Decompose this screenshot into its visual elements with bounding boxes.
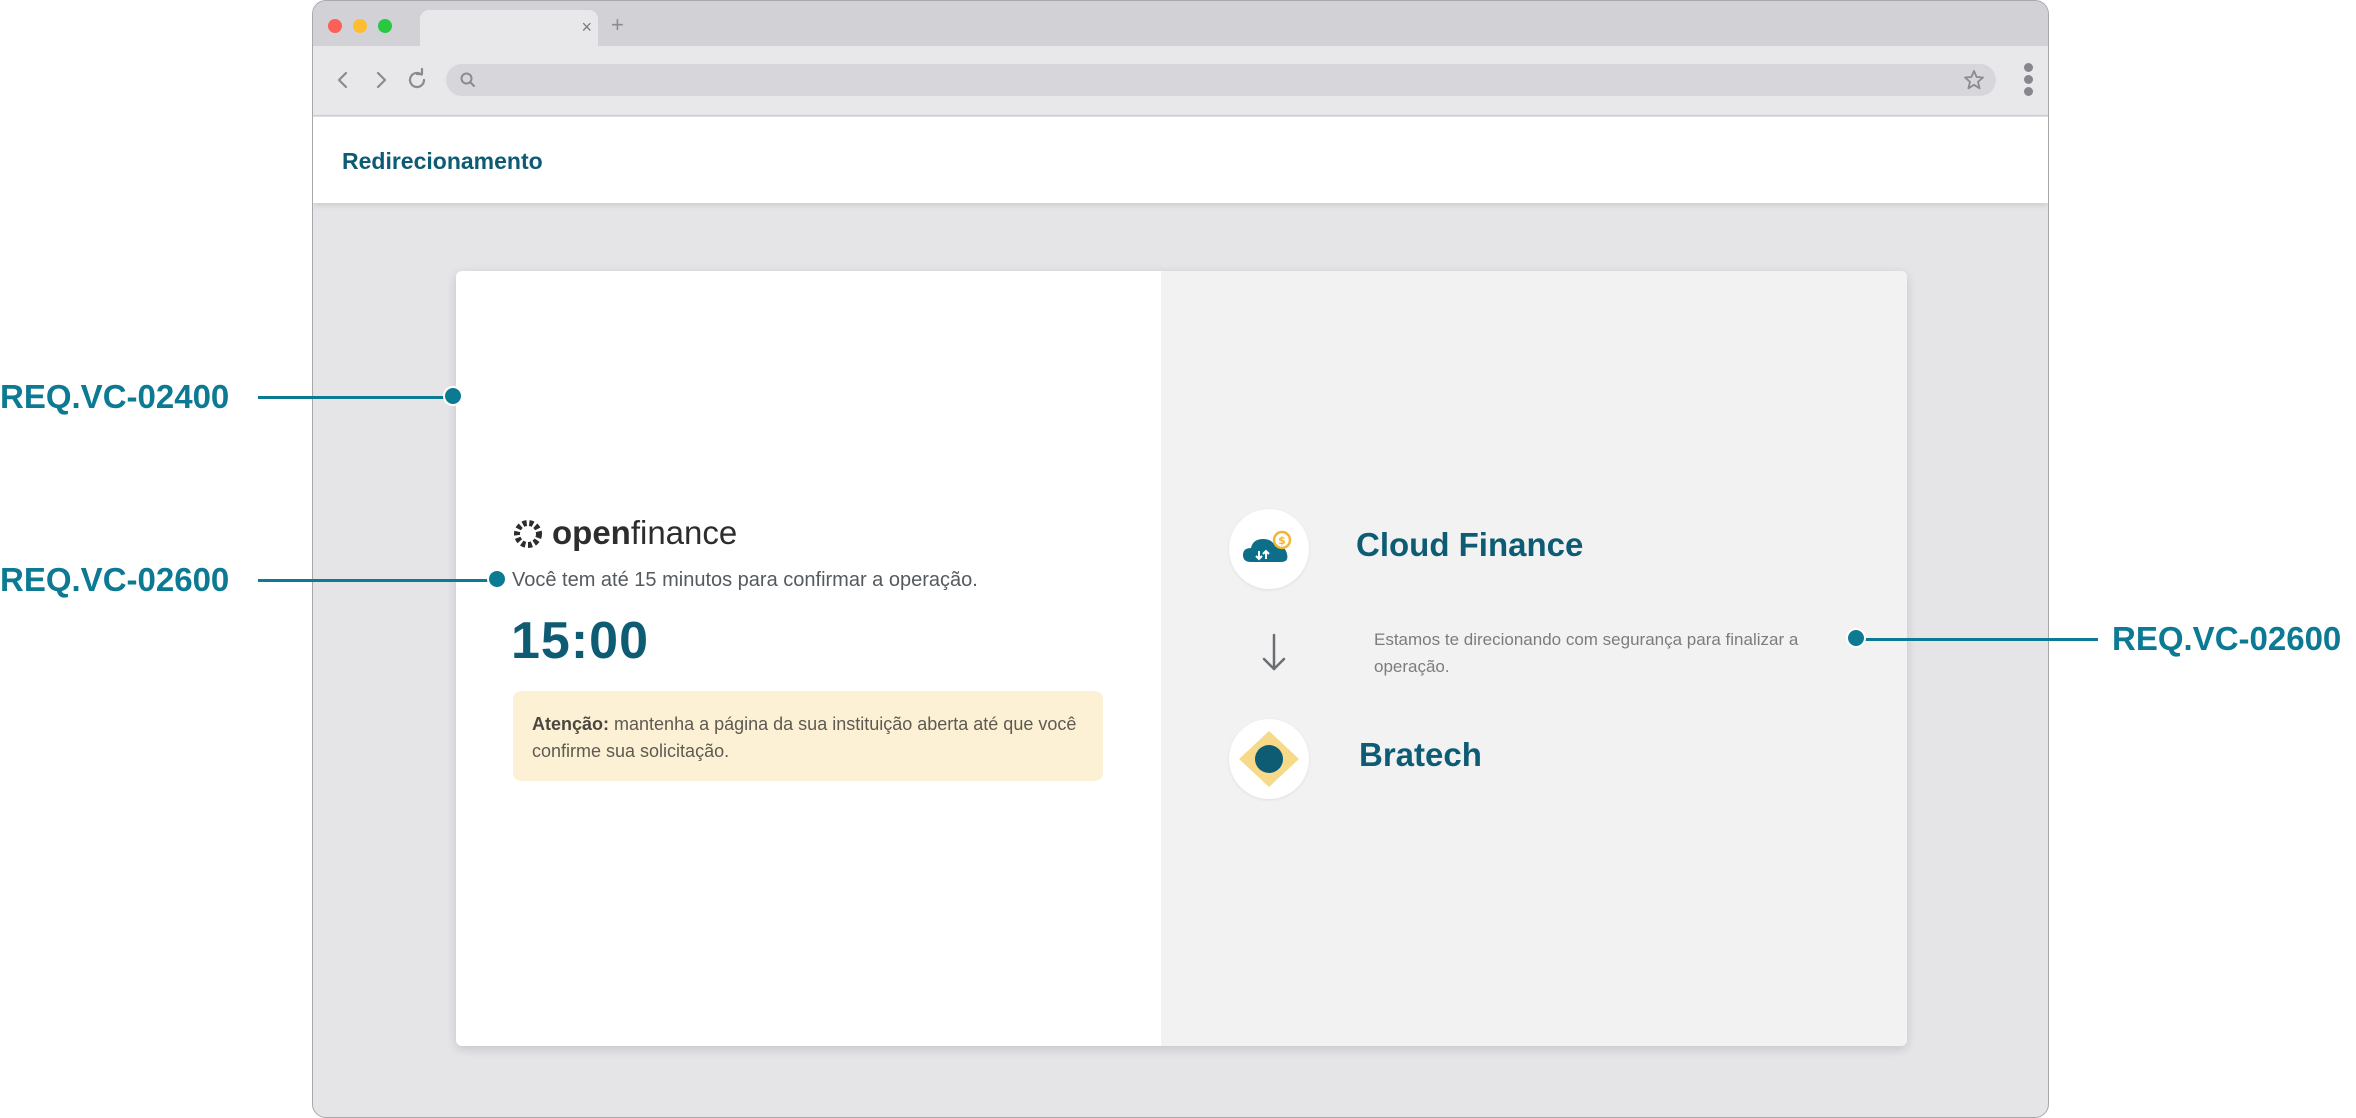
maximize-window-button[interactable]: [378, 19, 392, 33]
annotation-label: REQ.VC-02400: [0, 378, 230, 415]
arrow-down-icon: [1262, 633, 1286, 671]
annotation-line: [258, 396, 454, 399]
minimize-window-button[interactable]: [353, 19, 367, 33]
time-limit-message: Você tem até 15 minutos para confirmar a…: [512, 569, 978, 591]
close-window-button[interactable]: [328, 19, 342, 33]
source-institution-name: Cloud Finance: [1356, 526, 1584, 563]
logo-text-finance: finance: [630, 514, 738, 551]
svg-text:$: $: [1278, 534, 1286, 547]
cloud-finance-logo: $: [1229, 509, 1309, 589]
cloud-icon: $: [1243, 530, 1292, 562]
tab-close-icon[interactable]: ×: [581, 16, 592, 38]
reload-icon[interactable]: [403, 66, 431, 94]
open-finance-logo: openfinance: [512, 514, 737, 554]
browser-window: × + Redirecionamento openfinance Você te…: [312, 0, 2049, 1118]
back-arrow-icon[interactable]: [329, 66, 357, 94]
redirect-card: openfinance Você tem até 15 minutos para…: [456, 271, 1907, 1046]
institution-panel: $ Cloud Finance Estamos te direcionando …: [1161, 271, 1907, 1046]
app-header: Redirecionamento: [313, 117, 2048, 203]
annotation-label: REQ.VC-02600: [0, 561, 230, 598]
bratech-diamond-icon: [1239, 731, 1299, 787]
logo-text-open: open: [552, 514, 631, 551]
browser-toolbar: [313, 46, 2048, 116]
annotation-line: [1856, 638, 2098, 641]
forward-arrow-icon[interactable]: [367, 66, 395, 94]
bratech-logo: [1229, 719, 1309, 799]
browser-tab[interactable]: ×: [420, 10, 598, 46]
annotation-marker: [443, 386, 463, 406]
annotation-marker: [1846, 628, 1866, 648]
redirect-message: Estamos te direcionando com segurança pa…: [1374, 630, 1799, 676]
browser-menu-icon[interactable]: [2024, 63, 2034, 97]
search-icon: [460, 72, 475, 87]
open-finance-logo-icon: [514, 520, 542, 548]
annotation-line: [258, 579, 498, 582]
countdown-timer: 15:00: [511, 612, 649, 670]
attention-alert: Atenção: mantenha a página da sua instit…: [513, 691, 1103, 781]
new-tab-icon[interactable]: +: [611, 13, 624, 37]
page-title: Redirecionamento: [342, 148, 543, 174]
annotation-marker: [487, 569, 507, 589]
bookmark-star-icon[interactable]: [1962, 68, 1986, 92]
tab-bar: × +: [313, 1, 2048, 46]
alert-message: mantenha a página da sua instituição abe…: [532, 714, 1077, 761]
target-institution-name: Bratech: [1359, 736, 1482, 773]
annotation-label: REQ.VC-02600: [2112, 620, 2342, 657]
address-bar[interactable]: [446, 64, 1996, 96]
alert-title: Atenção:: [532, 714, 610, 734]
